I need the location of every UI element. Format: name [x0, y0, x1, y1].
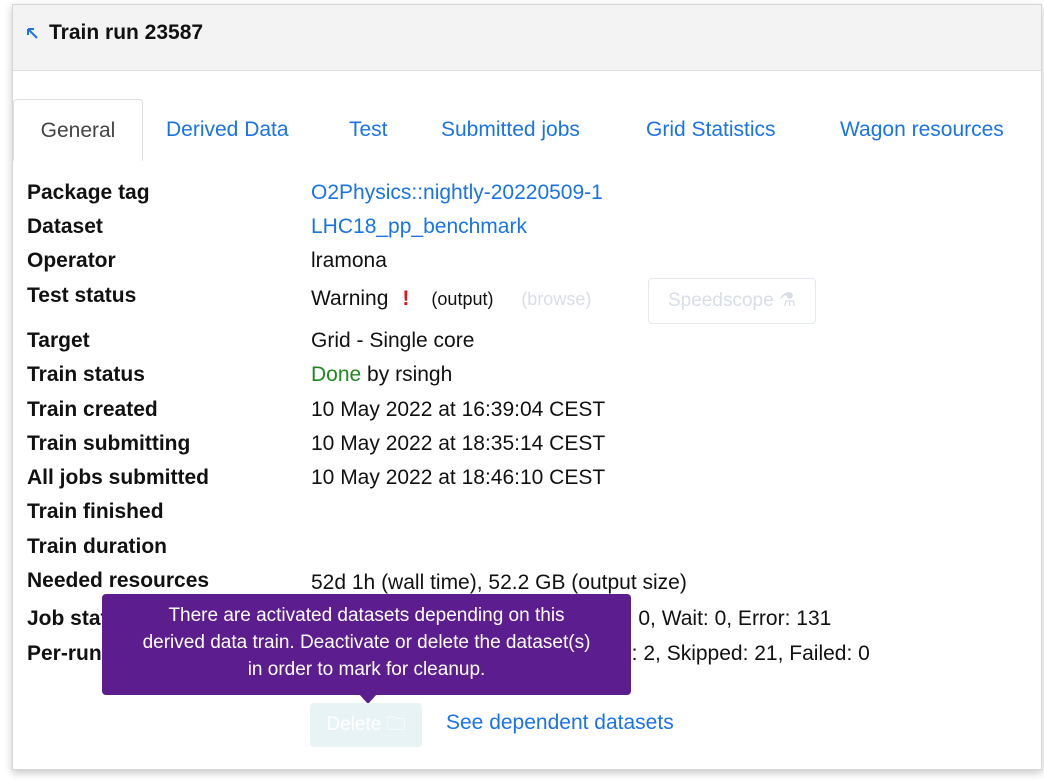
dataset-link[interactable]: LHC18_pp_benchmark: [311, 215, 527, 239]
cleanup-tooltip: There are activated datasets depending o…: [102, 594, 631, 704]
warning-icon: !: [402, 287, 410, 310]
status-user: rsingh: [395, 363, 453, 386]
needed-resources-value: 52d 1h (wall time), 52.2 GB (output size…: [311, 571, 687, 594]
train-submitting-value: 10 May 2022 at 18:35:14 CEST: [311, 432, 606, 455]
train-run-panel: Train run 23587 General Derived Data Tes…: [12, 4, 1042, 770]
train-created-label: Train created: [27, 398, 158, 421]
train-created-value: 10 May 2022 at 16:39:04 CEST: [311, 398, 606, 421]
speedscope-label: Speedscope: [668, 290, 774, 311]
tab-submitted-jobs[interactable]: Submitted jobs: [441, 99, 580, 159]
status-badge: Done: [311, 363, 362, 386]
package-tag-label: Package tag: [27, 181, 150, 204]
train-submitting-label: Train submitting: [27, 432, 191, 455]
tab-grid-statistics[interactable]: Grid Statistics: [646, 99, 776, 159]
see-dependent-datasets-link[interactable]: See dependent datasets: [446, 711, 674, 735]
all-jobs-submitted-value: 10 May 2022 at 18:46:10 CEST: [311, 466, 606, 489]
all-jobs-submitted-label: All jobs submitted: [27, 466, 210, 489]
tab-wagon-resources[interactable]: Wagon resources: [840, 99, 1004, 159]
dataset-label: Dataset: [27, 215, 103, 238]
microscope-icon: ⚗: [778, 290, 796, 311]
tooltip-line-3: in order to mark for cleanup.: [247, 659, 486, 680]
tab-general[interactable]: General: [13, 99, 143, 161]
test-browse-link: (browse): [521, 289, 592, 309]
per-run-merging-value: g: 2, Skipped: 21, Failed: 0: [620, 642, 870, 665]
tab-bar: General Derived Data Test Submitted jobs…: [13, 99, 1041, 161]
test-output-link[interactable]: (output): [431, 289, 493, 309]
test-status-text: Warning: [311, 287, 389, 310]
test-status-label: Test status: [27, 284, 137, 307]
delete-label: Delete: [326, 714, 382, 735]
folder-icon: 🗀: [386, 714, 406, 735]
operator-label: Operator: [27, 249, 116, 272]
target-value: Grid - Single core: [311, 329, 475, 352]
package-tag-link[interactable]: O2Physics::nightly-20220509-1: [311, 181, 603, 205]
tooltip-line-2: derived data train. Deactivate or delete…: [142, 632, 591, 653]
train-finished-label: Train finished: [27, 500, 164, 523]
train-status-label: Train status: [27, 363, 145, 386]
status-by-text: by: [367, 363, 390, 386]
target-label: Target: [27, 329, 90, 352]
collapse-arrow-icon[interactable]: [26, 27, 40, 41]
tooltip-line-1: There are activated datasets depending o…: [168, 605, 565, 626]
page-title: Train run 23587: [49, 21, 204, 44]
needed-resources-label: Needed resources: [27, 569, 210, 592]
panel-header: Train run 23587: [13, 5, 1041, 71]
delete-button[interactable]: Delete 🗀: [310, 703, 422, 747]
tab-test[interactable]: Test: [349, 99, 388, 159]
train-duration-label: Train duration: [27, 535, 168, 558]
tab-derived-data[interactable]: Derived Data: [166, 99, 289, 159]
operator-value: lramona: [311, 249, 387, 272]
train-status-value: Done by rsingh: [311, 363, 452, 387]
speedscope-button: Speedscope ⚗: [648, 278, 816, 324]
test-status-value: Warning! (output) (browse): [311, 287, 591, 311]
